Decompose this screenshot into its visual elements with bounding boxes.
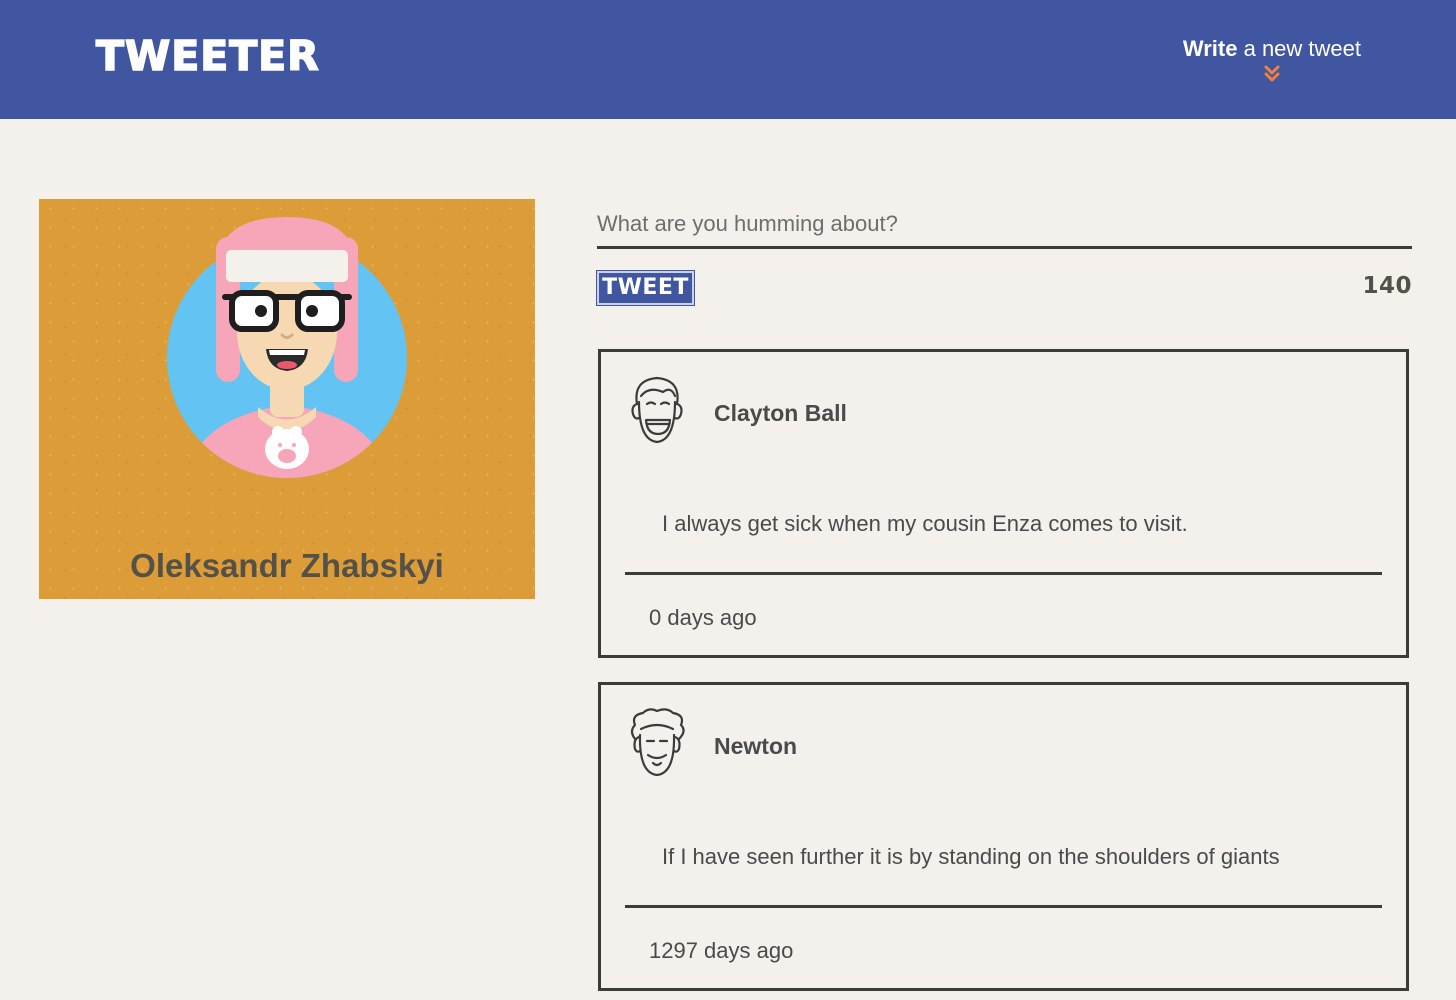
composer-actions: TWEET 140 — [596, 249, 1412, 306]
profile-card: Oleksandr Zhabskyi — [39, 199, 535, 599]
top-nav-bar: TWEETER Write a new tweet — [0, 0, 1456, 119]
brand-logo[interactable]: TWEETER — [95, 35, 320, 78]
profile-avatar — [167, 217, 407, 478]
compose-label-bold: Write — [1182, 36, 1238, 61]
tweet-card: Newton If I have seen further it is by s… — [598, 682, 1409, 991]
tweet-author-name[interactable]: Newton — [714, 733, 797, 760]
tweet-text: If I have seen further it is by standing… — [662, 844, 1280, 869]
character-counter: 140 — [1362, 273, 1412, 299]
compose-label-rest: a new tweet — [1237, 36, 1361, 61]
tweet-composer: TWEET 140 — [596, 199, 1412, 306]
tweet-author-name[interactable]: Clayton Ball — [714, 400, 847, 427]
tweet-timestamp: 0 days ago — [649, 605, 757, 630]
smiling-face-icon — [631, 376, 683, 444]
tweet-divider — [625, 905, 1382, 908]
tweet-text: I always get sick when my cousin Enza co… — [662, 511, 1188, 536]
write-new-tweet-button[interactable]: Write a new tweet — [1183, 38, 1361, 84]
tweet-timestamp: 1297 days ago — [649, 938, 794, 963]
double-chevron-down-icon[interactable] — [1262, 64, 1282, 84]
curly-hair-face-icon — [630, 708, 685, 777]
profile-name: Oleksandr Zhabskyi — [130, 547, 444, 584]
tweet-card: Clayton Ball I always get sick when my c… — [598, 349, 1409, 658]
tweet-text-input[interactable] — [597, 199, 1412, 249]
tweet-submit-button[interactable]: TWEET — [596, 270, 695, 306]
tweet-divider — [625, 572, 1382, 575]
